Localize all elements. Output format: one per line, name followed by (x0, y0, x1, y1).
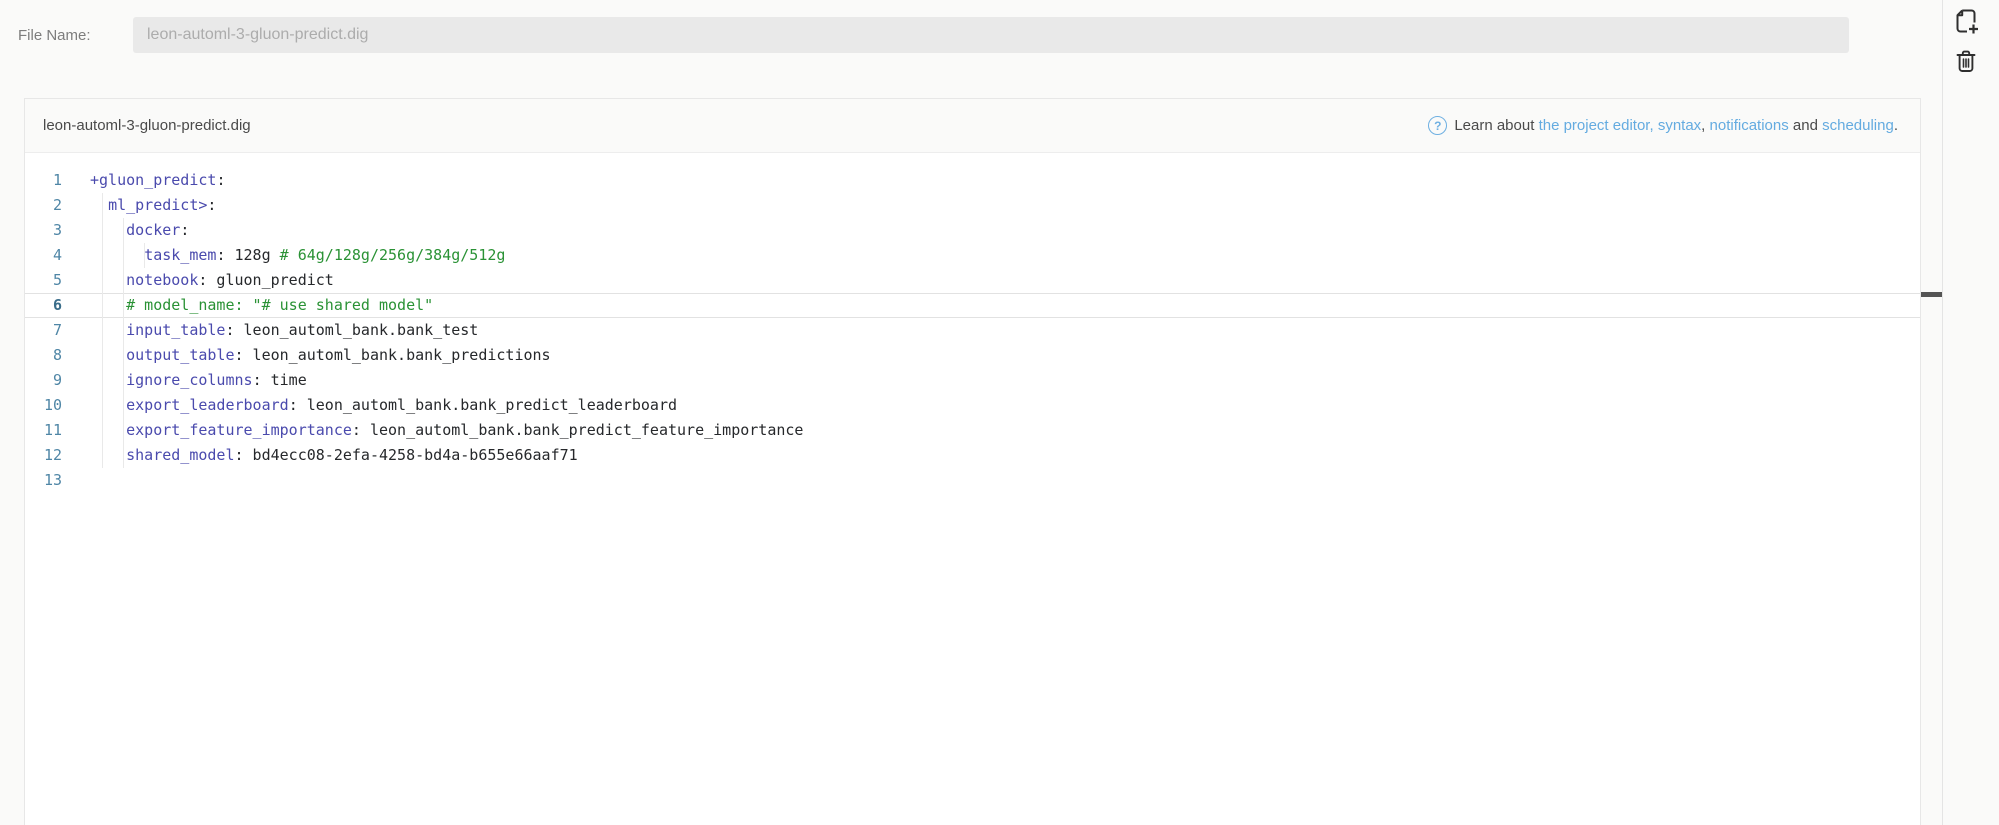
editor-panel-header: leon-automl-3-gluon-predict.dig ? Learn … (25, 99, 1920, 153)
indent-guide (102, 343, 103, 368)
indent-guide (123, 268, 124, 293)
indent-guide (123, 343, 124, 368)
indent-guide (144, 243, 145, 268)
indent-guide (123, 443, 124, 468)
code-line[interactable]: 10 export_leaderboard: leon_automl_bank.… (25, 393, 1920, 418)
line-number: 10 (43, 396, 62, 414)
code-line-text: export_feature_importance: leon_automl_b… (126, 421, 804, 439)
indent-guide (123, 393, 124, 418)
active-line-scroll-marker (1921, 292, 1942, 297)
line-number: 7 (52, 321, 62, 339)
line-number: 9 (52, 371, 62, 389)
indent-guide (123, 418, 124, 443)
indent-guide (123, 368, 124, 393)
code-editor[interactable]: 1 +gluon_predict: 2 ml_predict>: 3 docker: 4… (25, 153, 1920, 493)
code-line[interactable]: 3 docker: (25, 218, 1920, 243)
trash-icon (1952, 47, 1980, 75)
code-line-text: ml_predict>: (108, 196, 217, 214)
code-line-text: task_mem: 128g # 64g/128g/256g/384g/512g (144, 246, 506, 264)
help-link[interactable]: the project editor, (1539, 117, 1654, 134)
rail-divider (1942, 0, 1943, 825)
line-number: 11 (43, 421, 62, 439)
code-line[interactable]: 11 export_feature_importance: leon_autom… (25, 418, 1920, 443)
help-circle-icon: ? (1428, 116, 1448, 135)
help-link[interactable]: scheduling (1822, 117, 1894, 134)
code-lines: 1 +gluon_predict: 2 ml_predict>: 3 docker: 4… (25, 168, 1920, 493)
indent-guide (102, 418, 103, 443)
line-number: 4 (52, 246, 62, 264)
code-line-text: shared_model: bd4ecc08-2efa-4258-bd4a-b6… (126, 446, 578, 464)
line-number: 8 (52, 346, 62, 364)
code-line-text: input_table: leon_automl_bank.bank_test (126, 321, 479, 339)
indent-guide (102, 318, 103, 343)
code-line-text: +gluon_predict: (90, 171, 226, 189)
indent-guide (123, 293, 124, 318)
indent-guide (102, 368, 103, 393)
editor-panel: leon-automl-3-gluon-predict.dig ? Learn … (24, 98, 1921, 825)
indent-guide (102, 443, 103, 468)
code-line-text: # model_name: "# use shared model" (126, 296, 434, 314)
help-link[interactable]: syntax (1658, 117, 1701, 134)
line-number: 13 (43, 471, 62, 489)
new-file-button[interactable] (1949, 4, 1983, 38)
file-name-label: File Name: (18, 27, 91, 44)
code-line-text: output_table: leon_automl_bank.bank_pred… (126, 346, 551, 364)
indent-guide (102, 293, 103, 318)
line-number: 5 (52, 271, 62, 289)
code-line-text: docker: (126, 221, 190, 239)
code-line[interactable]: 8 output_table: leon_automl_bank.bank_pr… (25, 343, 1920, 368)
delete-file-button[interactable] (1949, 44, 1983, 78)
file-name-input[interactable] (133, 17, 1849, 53)
help-text-segment: Learn about (1454, 117, 1539, 134)
indent-guide (102, 193, 103, 218)
indent-guide (123, 218, 124, 243)
code-line-text: export_leaderboard: leon_automl_bank.ban… (126, 396, 678, 414)
line-number: 2 (52, 196, 62, 214)
help-text-segment: , (1701, 117, 1710, 134)
code-line[interactable]: 4 task_mem: 128g # 64g/128g/256g/384g/51… (25, 243, 1920, 268)
help-text-segment: and (1788, 117, 1823, 134)
code-line[interactable]: 9 ignore_columns: time (25, 368, 1920, 393)
code-line[interactable]: 2 ml_predict>: (25, 193, 1920, 218)
help-link[interactable]: notifications (1710, 117, 1789, 134)
new-file-icon (1952, 7, 1980, 35)
help-sentence: Learn about the project editor, syntax, … (1454, 117, 1898, 134)
code-line[interactable]: 13 (25, 468, 1920, 493)
indent-guide (102, 393, 103, 418)
line-number: 6 (52, 296, 62, 314)
indent-guide (123, 243, 124, 268)
code-line[interactable]: 1 +gluon_predict: (25, 168, 1920, 193)
line-number: 3 (52, 221, 62, 239)
line-number: 1 (52, 171, 62, 189)
indent-guide (102, 243, 103, 268)
indent-guide (102, 268, 103, 293)
code-line[interactable]: 7 input_table: leon_automl_bank.bank_tes… (25, 318, 1920, 343)
help-area: ? Learn about the project editor, syntax… (1428, 116, 1898, 135)
code-line[interactable]: 5 notebook: gluon_predict (25, 268, 1920, 293)
open-file-title: leon-automl-3-gluon-predict.dig (43, 117, 251, 134)
line-number: 12 (43, 446, 62, 464)
code-line[interactable]: 6 # model_name: "# use shared model" (25, 293, 1920, 318)
help-text-segment: . (1893, 117, 1898, 134)
indent-guide (123, 318, 124, 343)
code-line-text: notebook: gluon_predict (126, 271, 334, 289)
code-line[interactable]: 12 shared_model: bd4ecc08-2efa-4258-bd4a… (25, 443, 1920, 468)
indent-guide (102, 218, 103, 243)
